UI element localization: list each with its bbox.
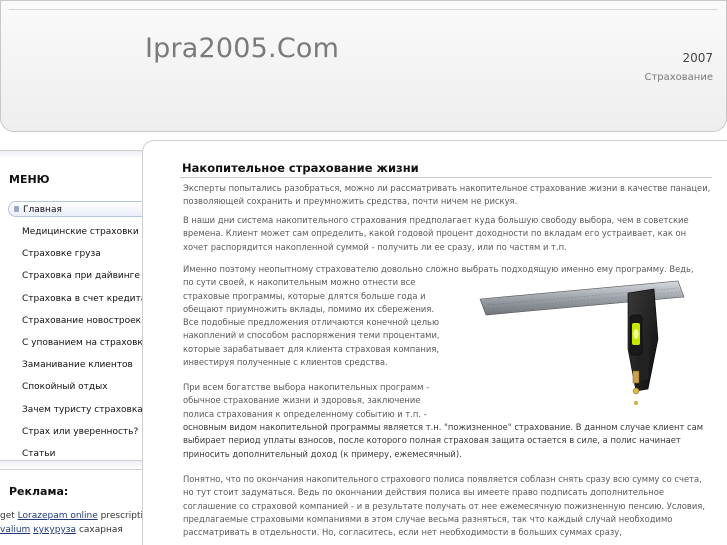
site-title[interactable]: Ipra2005.Com [145,33,339,64]
header-year: 2007 [682,51,713,65]
combination-square-image [479,280,685,405]
header-tagline: Страхование [644,72,713,83]
paragraph-5: Понятно, что по окончания накопительного… [183,474,705,538]
ads-post-text: сахарная [76,525,123,535]
ads-link-corn[interactable]: кукуруза [33,525,76,535]
header-divider [9,9,718,10]
article-title: Накопительное страхование жизни [182,161,419,175]
paragraph-4-start: При всем богатстве выбора накопительных … [183,382,430,419]
ads-heading: Реклама: [9,485,69,498]
paragraph-2: В наши дни система накопительного страхо… [183,215,689,252]
title-divider [180,177,712,178]
paragraph-3-rest: по сути своей, к накопительным можно отн… [183,277,440,368]
ads-link-lorazepam[interactable]: Lorazepam online [18,511,98,521]
paragraph-4-end: основным видом накопительной программы я… [183,422,704,459]
ads-link-valium[interactable]: valium [0,525,30,535]
paragraph-intro: Эксперты попытались разобраться, можно л… [183,183,711,207]
menu-heading: МЕНЮ [9,173,50,186]
main-content: Накопительное страхование жизни Эксперты… [142,140,727,545]
site-header: Ipra2005.Com 2007 Страхование [0,0,727,132]
ads-pre-text: get [0,511,18,521]
paragraph-3-line-1: Именно поэтому неопытному страхователю д… [183,264,694,274]
